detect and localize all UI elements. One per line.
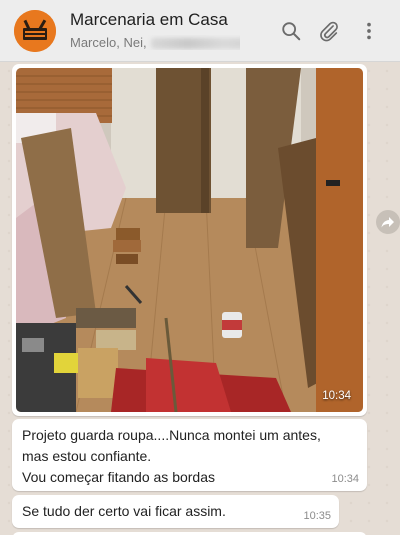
- tools-logo-icon: [14, 10, 56, 52]
- image-timestamp: 10:34: [322, 390, 351, 402]
- participants-text: Marcelo, Nei,: [70, 35, 147, 50]
- group-avatar[interactable]: [14, 10, 56, 52]
- forward-arrow-icon: [381, 217, 394, 228]
- chat-title: Marcenaria em Casa: [70, 10, 228, 29]
- message-line: Projeto guarda roupa....Nunca montei um …: [22, 427, 321, 443]
- text-message[interactable]: Se tudo der certo vai ficar assim. 10:35: [12, 495, 339, 528]
- search-icon: [282, 22, 301, 41]
- chat-participants: Marcelo, Nei,: [70, 35, 240, 50]
- room-photo-icon: [16, 68, 363, 412]
- more-vertical-icon: [367, 22, 371, 40]
- message-line: Se tudo der certo vai ficar assim.: [22, 503, 226, 519]
- attach-button[interactable]: [318, 20, 340, 42]
- image-message[interactable]: 10:34: [12, 64, 367, 416]
- message-photo[interactable]: 10:34: [16, 68, 363, 412]
- forward-button[interactable]: [376, 210, 400, 234]
- message-line: Vou começar fitando as bordas: [22, 469, 216, 485]
- chat-header[interactable]: Marcenaria em Casa Marcelo, Nei,: [0, 0, 400, 62]
- paperclip-icon: [320, 21, 338, 42]
- redacted-phone: [150, 38, 240, 50]
- text-message[interactable]: Projeto guarda roupa....Nunca montei um …: [12, 419, 367, 491]
- message-timestamp: 10:34: [331, 472, 359, 485]
- menu-button[interactable]: [358, 20, 380, 42]
- message-timestamp: 10:35: [303, 509, 331, 522]
- search-button[interactable]: [280, 20, 302, 42]
- message-list[interactable]: 10:34 Projeto guarda roupa....Nunca mont…: [0, 62, 400, 535]
- message-line: mas estou confiante.: [22, 448, 152, 464]
